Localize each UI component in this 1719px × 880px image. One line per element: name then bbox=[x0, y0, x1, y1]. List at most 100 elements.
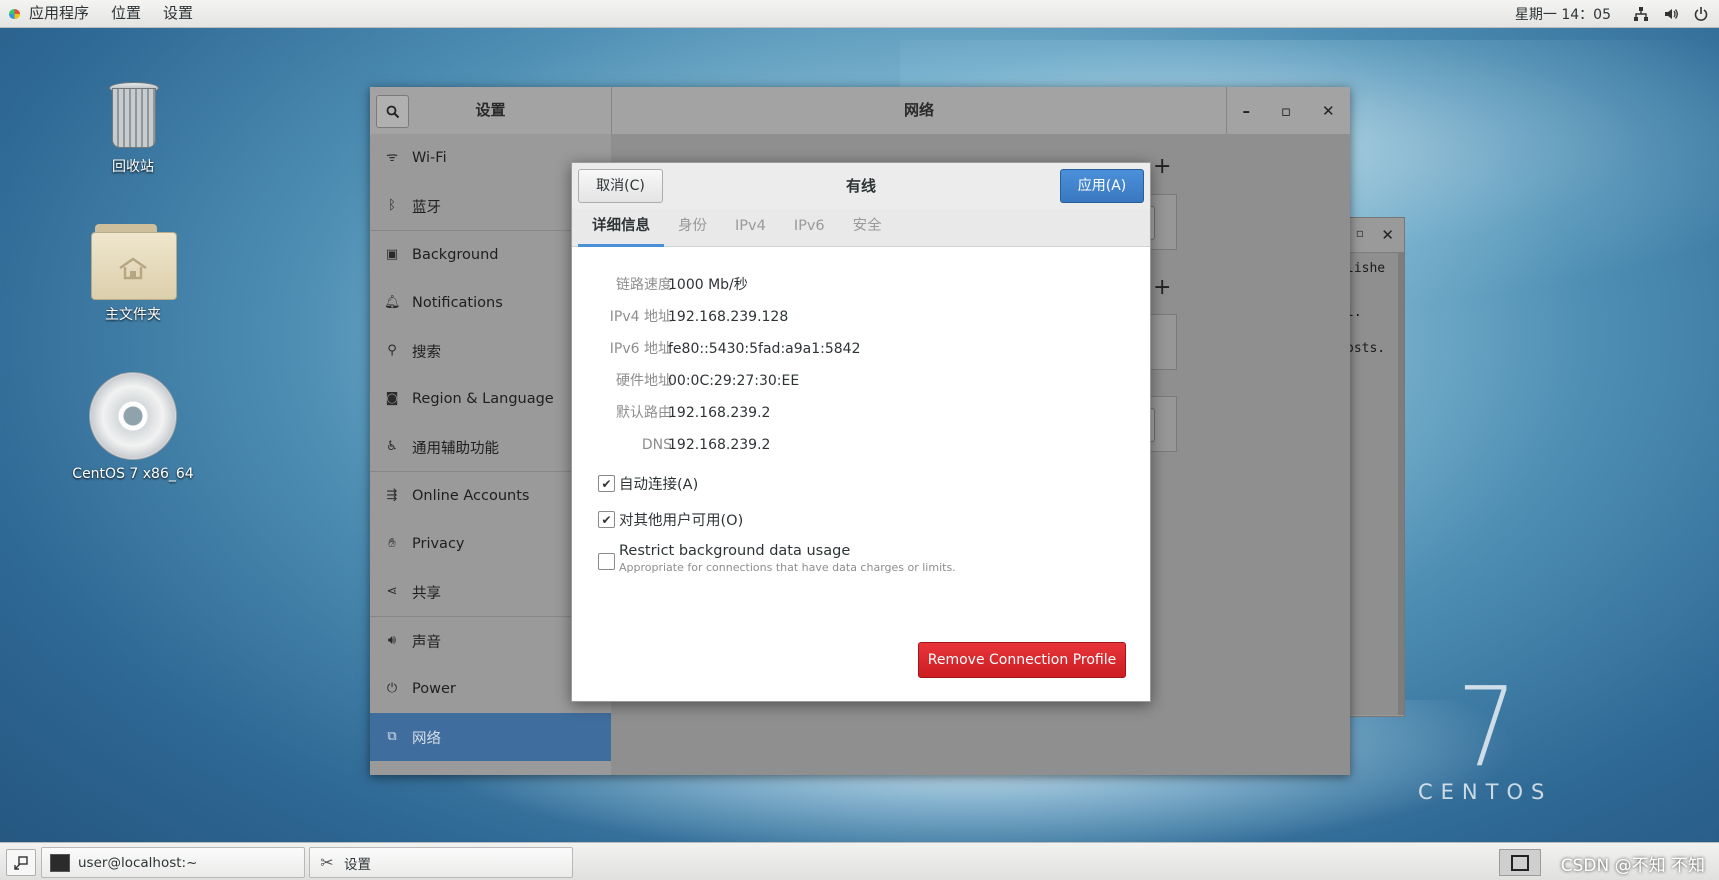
settings-header: 设置 网络 – ▫ ✕ bbox=[370, 87, 1350, 135]
tab-security[interactable]: 安全 bbox=[839, 209, 896, 246]
sidebar-item-label: Background bbox=[412, 247, 499, 263]
cancel-button[interactable]: 取消(C) bbox=[578, 169, 663, 203]
sidebar-item-label: 网络 bbox=[412, 730, 441, 747]
sidebar-item-network[interactable]: ⧉ 网络 bbox=[370, 713, 611, 761]
task-terminal[interactable]: user@localhost:~ bbox=[41, 847, 305, 878]
restrict-data-description: Appropriate for connections that have da… bbox=[619, 561, 956, 574]
workspace-icon bbox=[1511, 854, 1529, 871]
menu-places[interactable]: 位置 bbox=[100, 0, 152, 27]
add-vpn-icon[interactable]: + bbox=[1153, 275, 1171, 300]
sidebar-item-label: Privacy bbox=[412, 536, 465, 552]
applications-icon bbox=[8, 7, 22, 21]
remove-connection-profile-button[interactable]: Remove Connection Profile bbox=[918, 642, 1126, 678]
sidebar-item-label: Online Accounts bbox=[412, 488, 530, 504]
detail-value: 1000 Mb/秒 bbox=[668, 277, 748, 293]
menu-applications[interactable]: 应用程序 bbox=[18, 0, 100, 27]
terminal-scrollbar[interactable] bbox=[1398, 253, 1404, 715]
sidebar-item-label: Region & Language bbox=[412, 391, 554, 407]
auto-connect-checkbox[interactable]: ✔ bbox=[598, 475, 615, 492]
panel-title: 网络 bbox=[903, 101, 934, 119]
auto-connect-option[interactable]: ✔ 自动连接(A) bbox=[598, 473, 698, 494]
disc-icon bbox=[89, 372, 177, 460]
sidebar-item-label: Wi-Fi bbox=[412, 150, 447, 166]
network-icon: ⧉ bbox=[387, 729, 397, 744]
maximize-button[interactable]: ▫ bbox=[1281, 102, 1291, 120]
maximize-icon[interactable]: ▫ bbox=[1356, 226, 1364, 240]
sidebar-item-label: Notifications bbox=[412, 295, 503, 311]
detail-row: DNS 192.168.239.2 bbox=[572, 429, 1150, 461]
sidebar-item-label: 搜索 bbox=[412, 344, 441, 361]
detail-row: 硬件地址 00:0C:29:27:30:EE bbox=[572, 365, 1150, 397]
window-controls: – ▫ ✕ bbox=[1226, 87, 1350, 134]
detail-value: fe80::5430:5fad:a9a1:5842 bbox=[668, 341, 861, 357]
task-settings[interactable]: ✂ 设置 bbox=[309, 847, 573, 878]
minimize-button[interactable]: – bbox=[1242, 102, 1250, 120]
tab-ipv4[interactable]: IPv4 bbox=[721, 209, 780, 246]
detail-row: 默认路由 192.168.239.2 bbox=[572, 397, 1150, 429]
detail-value: 192.168.239.2 bbox=[668, 437, 771, 453]
restrict-data-text: Restrict background data usage Appropria… bbox=[619, 543, 956, 574]
close-icon[interactable]: ✕ bbox=[1381, 226, 1394, 244]
desktop-icon-label: CentOS 7 x86_64 bbox=[72, 466, 194, 482]
tools-icon: ✂ bbox=[320, 852, 334, 872]
online-accounts-icon: ⇶ bbox=[386, 488, 398, 503]
volume-icon[interactable] bbox=[1663, 6, 1679, 22]
sidebar-item-label: 共享 bbox=[412, 585, 441, 602]
bottom-panel: user@localhost:~ ✂ 设置 CSDN @不知 不知 bbox=[0, 842, 1719, 880]
restrict-data-checkbox[interactable] bbox=[598, 553, 615, 570]
show-desktop-button[interactable] bbox=[6, 849, 36, 876]
bell-icon: 🔔︎ bbox=[384, 295, 401, 310]
desktop-icon-label: 主文件夹 bbox=[105, 307, 161, 323]
top-menu: 应用程序 位置 设置 bbox=[0, 0, 204, 27]
detail-row: IPv6 地址 fe80::5430:5fad:a9a1:5842 bbox=[572, 333, 1150, 365]
desktop-home-folder[interactable]: 主文件夹 bbox=[68, 222, 198, 324]
restrict-data-option[interactable]: Restrict background data usage Appropria… bbox=[598, 543, 956, 574]
desktop-icon-label: 回收站 bbox=[112, 159, 154, 175]
system-tray: 星期一 14：05 bbox=[1515, 0, 1709, 27]
detail-label: 硬件地址 bbox=[616, 373, 672, 389]
search-button[interactable] bbox=[376, 95, 409, 128]
top-panel: 应用程序 位置 设置 星期一 14：05 bbox=[0, 0, 1719, 28]
share-icon: ⋖ bbox=[386, 584, 398, 599]
detail-label: IPv6 地址 bbox=[609, 341, 672, 357]
home-folder-icon bbox=[91, 222, 177, 300]
detail-value: 192.168.239.128 bbox=[668, 309, 789, 325]
detail-value: 00:0C:29:27:30:EE bbox=[668, 373, 800, 389]
detail-value: 192.168.239.2 bbox=[668, 405, 771, 421]
restrict-data-label: Restrict background data usage bbox=[619, 543, 851, 559]
power-icon[interactable] bbox=[1693, 6, 1709, 22]
detail-label: 默认路由 bbox=[616, 405, 672, 421]
terminal-line: lishe bbox=[1346, 261, 1386, 276]
desktop-trash[interactable]: 回收站 bbox=[68, 82, 198, 176]
search-icon bbox=[386, 105, 399, 118]
centos-watermark-number: 7 bbox=[1457, 663, 1517, 791]
add-connection-icon[interactable]: + bbox=[1153, 154, 1171, 179]
all-users-checkbox[interactable]: ✔ bbox=[598, 511, 615, 528]
task-label: user@localhost:~ bbox=[78, 854, 198, 871]
detail-row: 链路速度 1000 Mb/秒 bbox=[572, 269, 1150, 301]
sidebar-item-label: 声音 bbox=[412, 634, 441, 651]
tab-ipv6[interactable]: IPv6 bbox=[780, 209, 839, 246]
header-left-pane: 设置 bbox=[370, 87, 612, 134]
trash-icon bbox=[107, 82, 159, 148]
sidebar-item-label: 蓝牙 bbox=[412, 199, 441, 216]
network-icon[interactable] bbox=[1633, 6, 1649, 22]
hand-icon: ✋︎ bbox=[388, 536, 396, 551]
power-plug-icon: ⏻ bbox=[386, 681, 398, 696]
close-button[interactable]: ✕ bbox=[1322, 102, 1335, 120]
workspace-switcher[interactable] bbox=[1499, 849, 1541, 876]
speaker-icon: 🔊︎ bbox=[387, 633, 397, 648]
all-users-option[interactable]: ✔ 对其他用户可用(O) bbox=[598, 509, 743, 530]
camera-icon: ◙ bbox=[385, 391, 399, 406]
auto-connect-label: 自动连接(A) bbox=[619, 477, 699, 493]
tab-details[interactable]: 详细信息 bbox=[578, 209, 664, 247]
terminal-icon bbox=[50, 853, 70, 872]
desktop-centos-disc[interactable]: CentOS 7 x86_64 bbox=[68, 372, 198, 482]
detail-label: IPv4 地址 bbox=[609, 309, 672, 325]
background-icon: ▣ bbox=[385, 247, 399, 262]
menu-settings[interactable]: 设置 bbox=[152, 0, 204, 27]
tab-identity[interactable]: 身份 bbox=[664, 209, 721, 246]
apply-button[interactable]: 应用(A) bbox=[1060, 169, 1144, 203]
clock[interactable]: 星期一 14：05 bbox=[1515, 4, 1611, 24]
accessibility-icon: ♿︎ bbox=[386, 439, 398, 454]
